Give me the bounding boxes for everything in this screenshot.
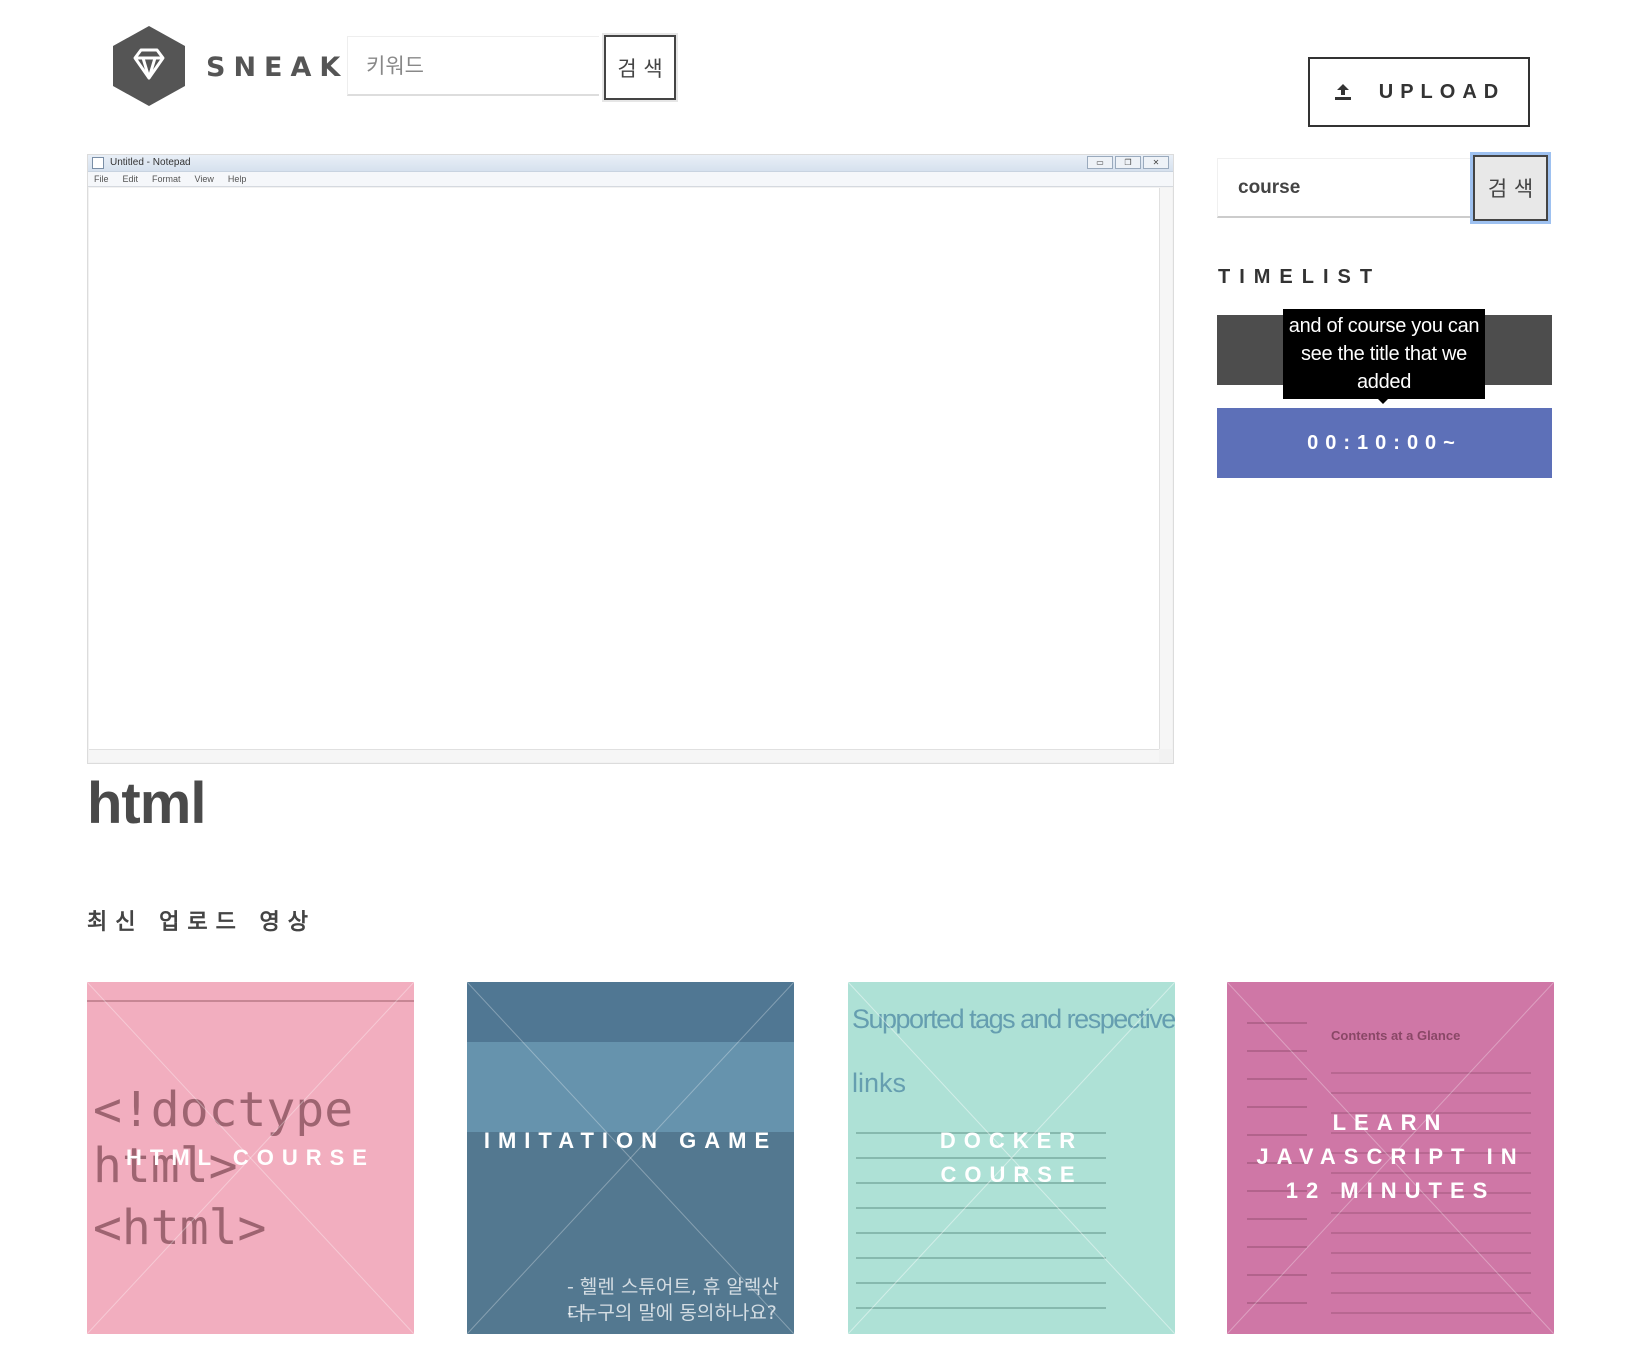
video-player[interactable]: Untitled - Notepad ▭ ❐ ✕ File Edit Forma…: [87, 154, 1174, 764]
notepad-menu-view: View: [194, 174, 214, 184]
notepad-titlebar: Untitled - Notepad ▭ ❐ ✕: [88, 155, 1173, 172]
upload-label: UPLOAD: [1378, 80, 1506, 103]
upload-button[interactable]: UPLOAD: [1308, 57, 1530, 127]
video-title: html: [87, 771, 206, 836]
notepad-menu-file: File: [94, 174, 109, 184]
card-title: LEARN JAVASCRIPT IN 12 MINUTES: [1256, 1110, 1525, 1203]
notepad-vertical-scrollbar: [1159, 188, 1172, 749]
restore-icon: ❐: [1115, 156, 1141, 169]
card-title: HTML COURSE: [126, 1145, 375, 1170]
notepad-menu-format: Format: [152, 174, 181, 184]
placeholder-cross: [467, 982, 794, 1334]
video-card-imitation-game[interactable]: - 헬렌 스튜어트, 휴 알렉산더 - 누구의 말에 동의하나요? IMITAT…: [467, 982, 794, 1334]
card-title: DOCKER COURSE: [939, 1128, 1084, 1187]
header-search-button[interactable]: 검 색: [604, 35, 676, 100]
recent-uploads-heading: 최신 업로드 영상: [87, 910, 316, 935]
close-icon: ✕: [1143, 156, 1169, 169]
minimize-icon: ▭: [1087, 156, 1113, 169]
notepad-menubar: File Edit Format View Help: [88, 172, 1173, 187]
tooltip-arrow: [1378, 399, 1388, 404]
notepad-app-icon: [92, 157, 104, 169]
timelist-search-input[interactable]: [1217, 158, 1473, 218]
video-card-docker-course[interactable]: Supported tags and respective Dockerfile…: [848, 982, 1175, 1334]
keyword-search-input[interactable]: [347, 36, 599, 96]
timelist-search-button[interactable]: 검 색: [1473, 155, 1548, 221]
notepad-text-area: [89, 188, 1159, 749]
logo-hex-icon[interactable]: [113, 26, 185, 106]
notepad-horizontal-scrollbar: [89, 749, 1159, 762]
timelist-heading: TIMELIST: [1218, 266, 1382, 288]
upload-icon: [1334, 84, 1351, 100]
timelist-tooltip: and of course you can see the title that…: [1283, 309, 1485, 399]
card-title: IMITATION GAME: [483, 1128, 778, 1153]
notepad-window-title: Untitled - Notepad: [110, 157, 191, 168]
video-card-html-course[interactable]: <!doctype html> <html> HTML COURSE: [87, 982, 414, 1334]
brand-name: SNEAK:: [206, 52, 368, 83]
video-card-learn-javascript[interactable]: Contents at a Glance LEARN JAVASCRIPT IN…: [1227, 982, 1554, 1334]
timelist-item[interactable]: 00:10:00~: [1217, 408, 1552, 478]
notepad-menu-edit: Edit: [122, 174, 139, 184]
notepad-menu-help: Help: [227, 174, 247, 184]
